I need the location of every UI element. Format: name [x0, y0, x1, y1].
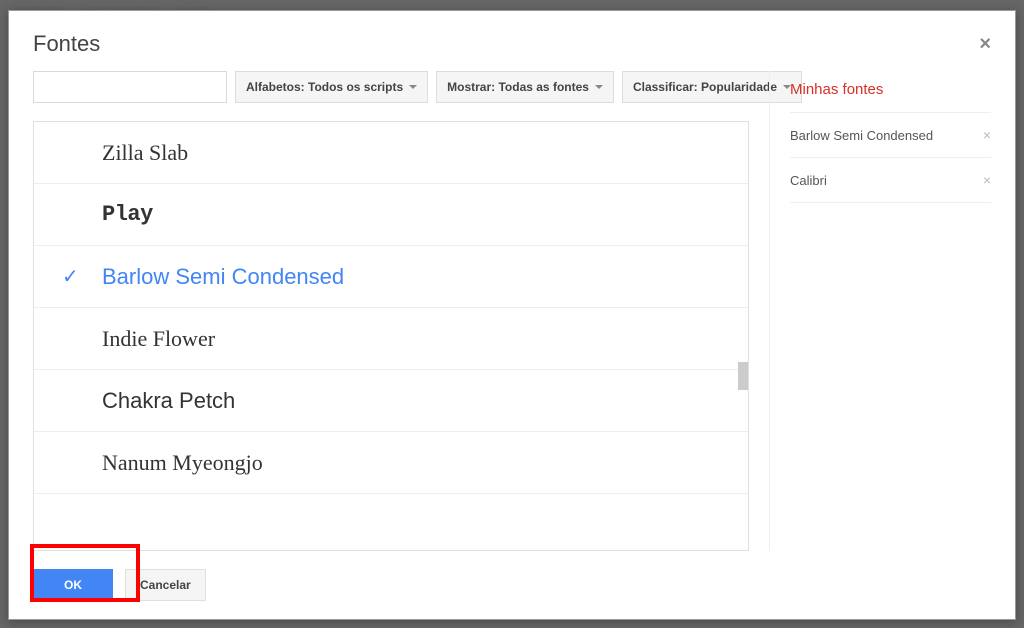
my-font-item[interactable]: Barlow Semi Condensed × — [790, 113, 991, 158]
font-list-container: Zilla Slab Play ✓ Barlow Semi Condensed Indi… — [33, 121, 749, 551]
font-list-item[interactable]: Zilla Slab — [34, 122, 748, 184]
font-list-item[interactable]: Chakra Petch — [34, 370, 748, 432]
cancel-button[interactable]: Cancelar — [125, 569, 206, 601]
sort-dropdown-label: Classificar: Popularidade — [633, 80, 777, 94]
my-fonts-title: Minhas fontes — [790, 71, 991, 113]
font-name-label: Barlow Semi Condensed — [102, 264, 344, 290]
scripts-dropdown-label: Alfabetos: Todos os scripts — [246, 80, 403, 94]
font-list[interactable]: Zilla Slab Play ✓ Barlow Semi Condensed Indi… — [34, 122, 748, 550]
font-list-item[interactable]: Indie Flower — [34, 308, 748, 370]
scrollbar-thumb[interactable] — [738, 362, 748, 390]
font-list-item[interactable]: ✓ Barlow Semi Condensed — [34, 246, 748, 308]
ok-button[interactable]: OK — [33, 569, 113, 601]
show-dropdown-label: Mostrar: Todas as fontes — [447, 80, 589, 94]
font-name-label: Nanum Myeongjo — [102, 450, 263, 476]
remove-font-icon[interactable]: × — [983, 127, 991, 143]
caret-down-icon — [409, 85, 417, 89]
close-icon[interactable]: × — [979, 34, 991, 54]
my-font-item[interactable]: Calibri × — [790, 158, 991, 203]
dialog-body: Alfabetos: Todos os scripts Mostrar: Tod… — [9, 71, 1015, 551]
caret-down-icon — [595, 85, 603, 89]
filter-controls: Alfabetos: Todos os scripts Mostrar: Tod… — [33, 71, 749, 103]
my-fonts-panel: Minhas fontes Barlow Semi Condensed×Cali… — [769, 71, 991, 551]
font-name-label: Indie Flower — [102, 326, 215, 352]
check-icon: ✓ — [62, 264, 79, 289]
font-name-label: Play — [102, 202, 153, 227]
left-panel: Alfabetos: Todos os scripts Mostrar: Tod… — [33, 71, 769, 551]
dialog-header: Fontes × — [9, 11, 1015, 71]
my-font-name: Calibri — [790, 173, 827, 188]
font-list-item[interactable]: Nanum Myeongjo — [34, 432, 748, 494]
my-font-name: Barlow Semi Condensed — [790, 128, 933, 143]
show-dropdown[interactable]: Mostrar: Todas as fontes — [436, 71, 614, 103]
remove-font-icon[interactable]: × — [983, 172, 991, 188]
fonts-dialog: Fontes × Alfabetos: Todos os scripts Mos… — [8, 10, 1016, 620]
scripts-dropdown[interactable]: Alfabetos: Todos os scripts — [235, 71, 428, 103]
font-search-input[interactable] — [33, 71, 227, 103]
font-name-label: Chakra Petch — [102, 388, 235, 414]
font-list-item[interactable]: Play — [34, 184, 748, 246]
my-fonts-list: Barlow Semi Condensed × Calibri × — [790, 113, 991, 203]
dialog-title: Fontes — [33, 31, 100, 57]
dialog-footer: OK Cancelar — [9, 551, 1015, 619]
font-name-label: Zilla Slab — [102, 140, 188, 166]
